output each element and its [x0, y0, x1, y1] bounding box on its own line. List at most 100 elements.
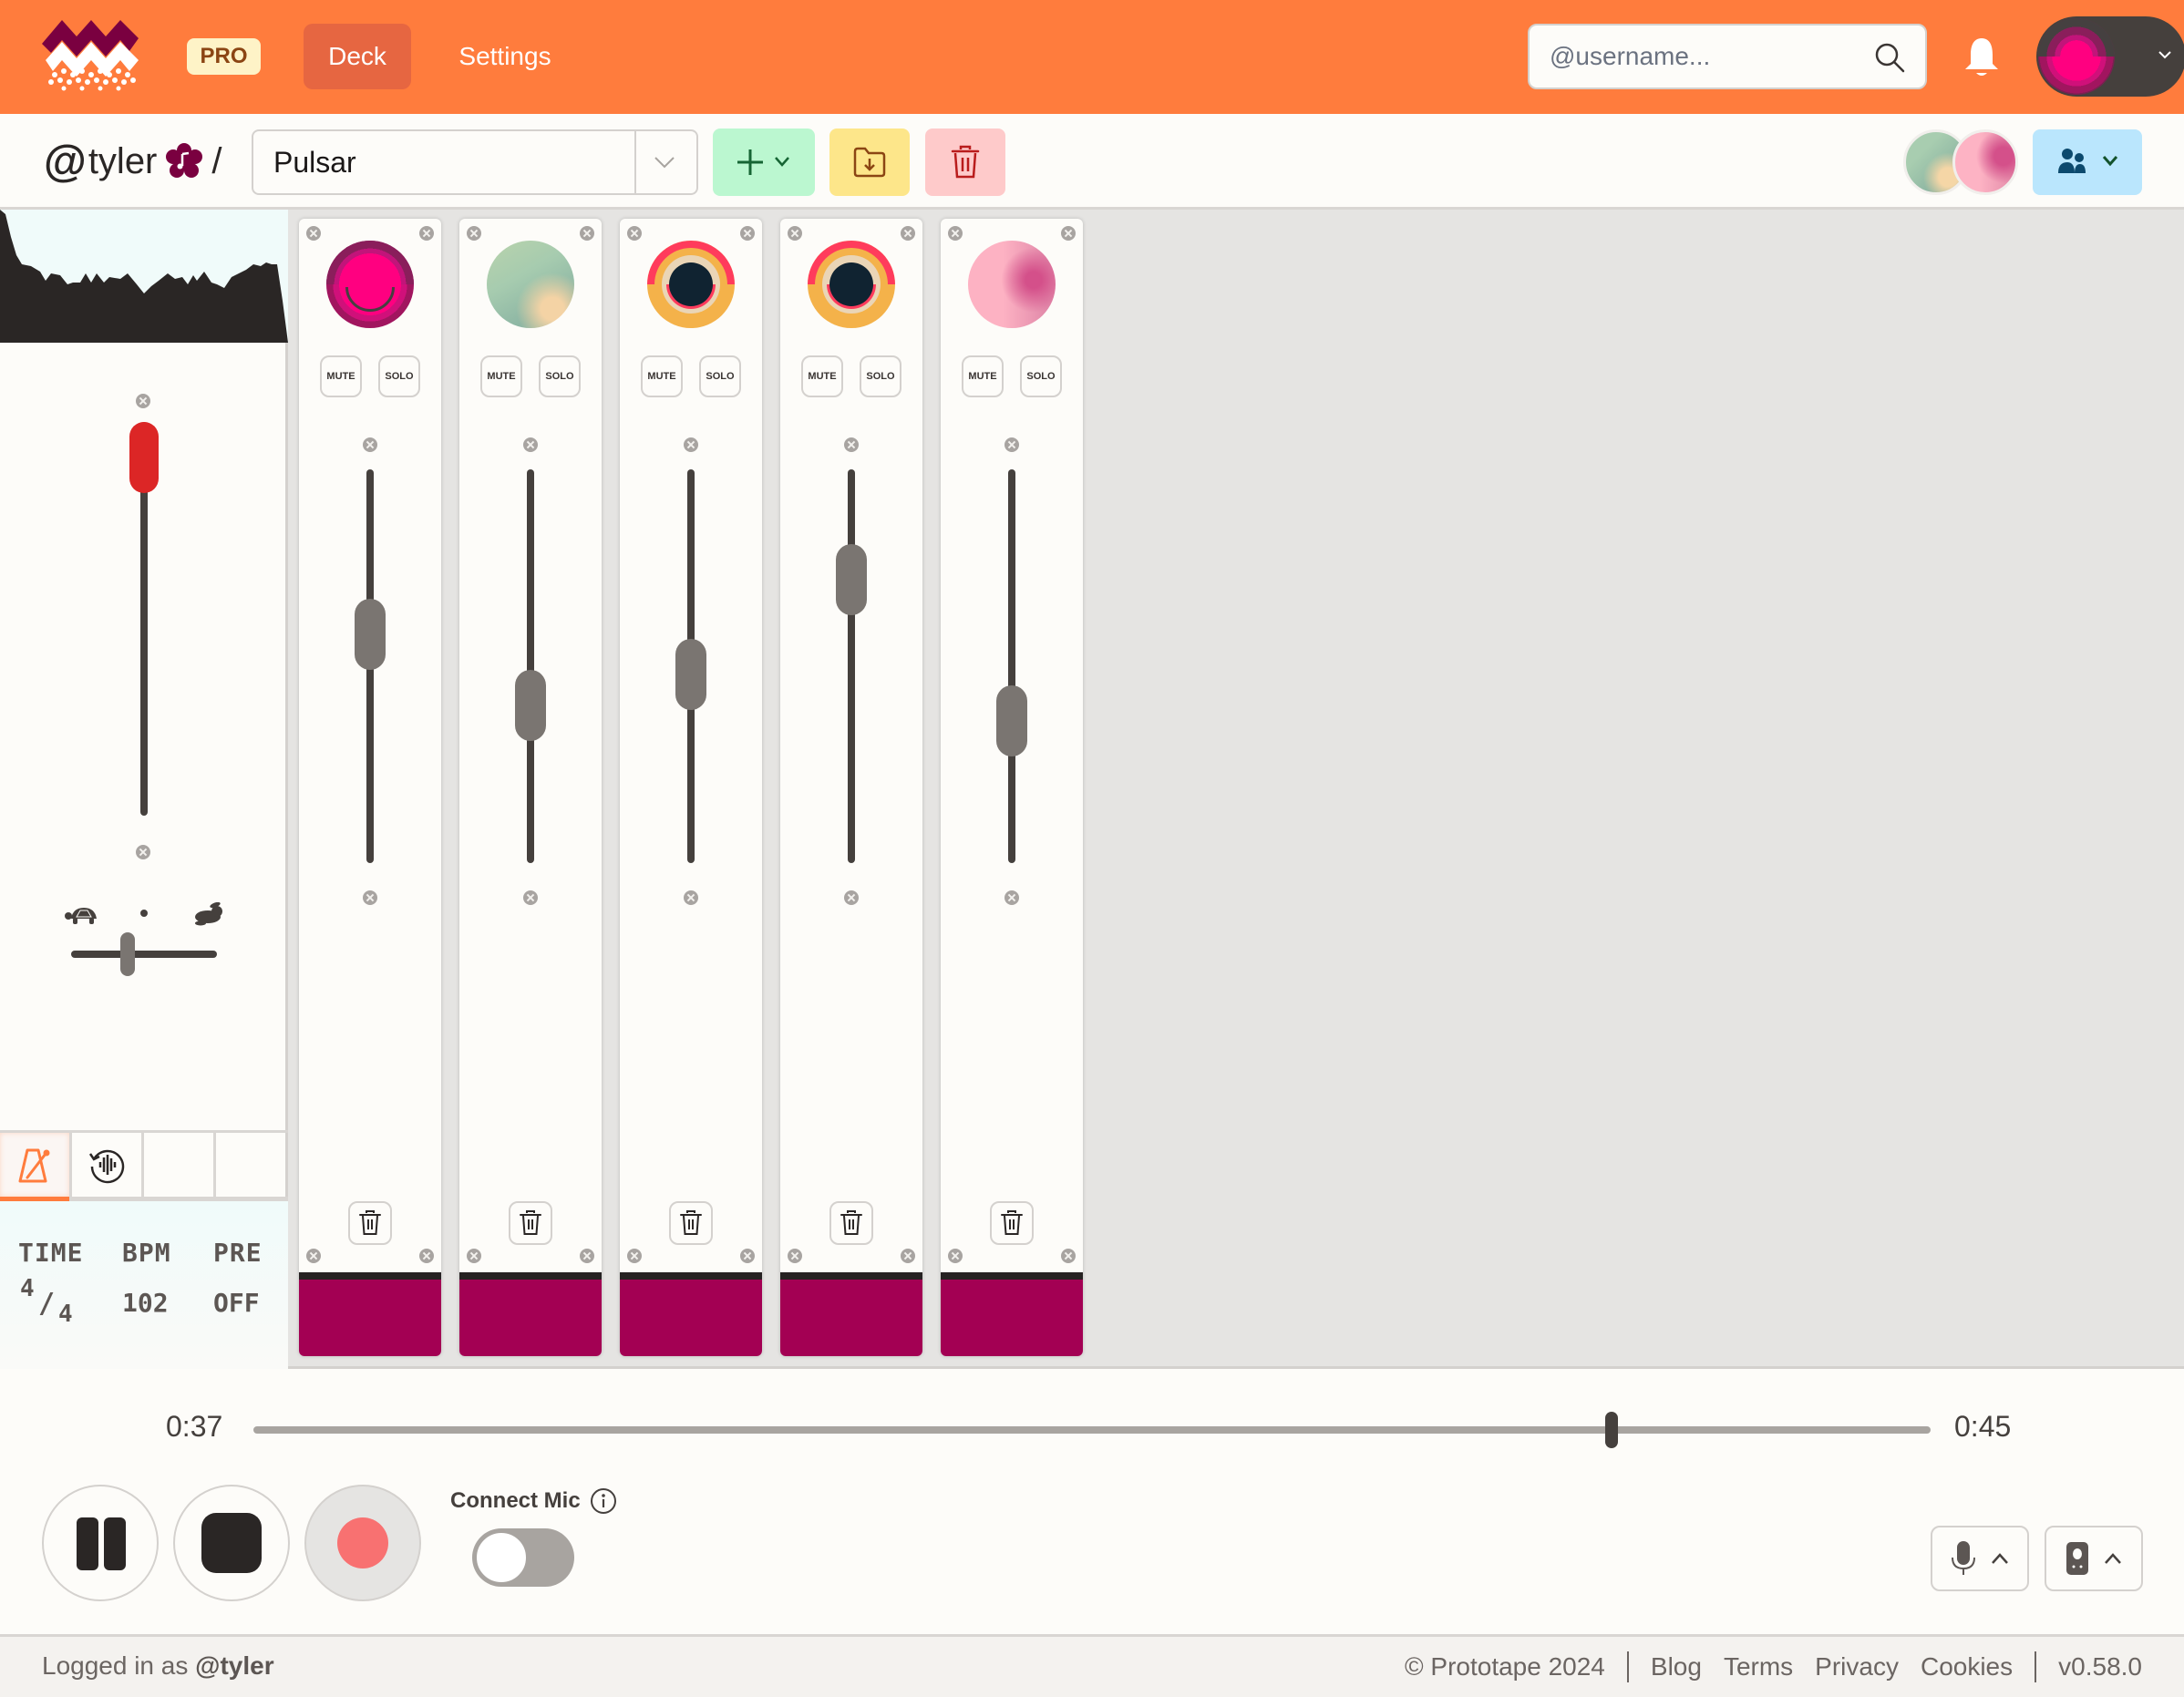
- prototape-logo[interactable]: [42, 18, 144, 91]
- total-time: 0:45: [1954, 1410, 2012, 1443]
- tab-loop-audio[interactable]: [72, 1133, 144, 1197]
- input-device-button[interactable]: [1931, 1526, 2029, 1591]
- solo-button[interactable]: SOLO: [1020, 355, 1062, 397]
- plus-icon: [737, 149, 789, 175]
- connect-mic-toggle[interactable]: [472, 1528, 574, 1587]
- tab-metronome[interactable]: [0, 1133, 72, 1201]
- logged-in-user[interactable]: @tyler: [195, 1651, 273, 1680]
- delete-track-button[interactable]: [509, 1201, 552, 1245]
- track-artwork-eye[interactable]: [647, 241, 735, 328]
- screw-icon: [1061, 226, 1076, 241]
- record-button[interactable]: [304, 1485, 421, 1601]
- track-artwork-eye[interactable]: [808, 241, 895, 328]
- pre-count[interactable]: PRE OFF: [213, 1238, 263, 1318]
- solo-button[interactable]: SOLO: [699, 355, 741, 397]
- footer-separator: [2035, 1651, 2037, 1682]
- speed-slider-track[interactable]: [71, 951, 217, 958]
- delete-track-button[interactable]: [829, 1201, 873, 1245]
- login-status: Logged in as @tyler: [42, 1651, 274, 1681]
- collaborator-avatar[interactable]: [1952, 129, 2018, 195]
- mute-button[interactable]: MUTE: [320, 355, 362, 397]
- trash-icon: [680, 1210, 702, 1235]
- track-strip: MUTE SOLO: [299, 219, 441, 1367]
- track-volume-thumb[interactable]: [675, 638, 706, 710]
- mute-button[interactable]: MUTE: [641, 355, 683, 397]
- screw-icon: [740, 1249, 755, 1263]
- share-button[interactable]: [2033, 129, 2142, 195]
- solo-button[interactable]: SOLO: [539, 355, 581, 397]
- track-artwork-rose[interactable]: [968, 241, 1056, 328]
- footer-link-terms[interactable]: Terms: [1724, 1652, 1793, 1682]
- user-search-input[interactable]: [1550, 26, 1859, 87]
- delete-project-button[interactable]: [925, 129, 1005, 196]
- tool-tabs: [0, 1130, 288, 1201]
- master-volume-thumb[interactable]: [129, 421, 159, 493]
- track-volume-thumb[interactable]: [355, 599, 386, 671]
- pause-icon: [77, 1517, 126, 1570]
- version: v0.58.0: [2058, 1652, 2142, 1681]
- account-menu-button[interactable]: [2036, 16, 2184, 97]
- timeline-thumb[interactable]: [1605, 1412, 1619, 1448]
- logged-in-prefix: Logged in as: [42, 1651, 189, 1680]
- footer-links: © Prototape 2024 Blog Terms Privacy Cook…: [1405, 1651, 2142, 1682]
- timeline-track[interactable]: [253, 1426, 1931, 1434]
- pause-button[interactable]: [42, 1485, 159, 1601]
- top-navbar: PRO Deck Settings: [0, 0, 2184, 114]
- collaborator-avatars[interactable]: [1903, 129, 2018, 195]
- trash-icon: [951, 145, 980, 179]
- bpm-label: BPM: [122, 1238, 171, 1268]
- solo-button[interactable]: SOLO: [860, 355, 901, 397]
- track-volume-thumb[interactable]: [836, 543, 867, 615]
- footer-link-cookies[interactable]: Cookies: [1921, 1652, 2013, 1682]
- tab-empty[interactable]: [144, 1133, 216, 1197]
- track-volume-thumb[interactable]: [996, 685, 1027, 757]
- track-volume-track[interactable]: [848, 469, 855, 863]
- pro-badge: PRO: [187, 38, 261, 75]
- bell-icon[interactable]: [1962, 35, 2002, 80]
- mute-button[interactable]: MUTE: [480, 355, 522, 397]
- screw-icon: [740, 226, 755, 241]
- search-icon[interactable]: [1874, 42, 1905, 73]
- bpm[interactable]: BPM 102: [122, 1238, 171, 1318]
- project-select[interactable]: Pulsar: [252, 129, 698, 195]
- stop-button[interactable]: [173, 1485, 290, 1601]
- track-strip: MUTE SOLO: [780, 219, 922, 1367]
- mute-button[interactable]: MUTE: [801, 355, 843, 397]
- output-device-button[interactable]: [2045, 1526, 2143, 1591]
- delete-track-button[interactable]: [990, 1201, 1034, 1245]
- add-track-button[interactable]: [713, 129, 815, 196]
- track-artwork-green[interactable]: [487, 241, 574, 328]
- track-divider: [620, 1272, 762, 1280]
- delete-track-button[interactable]: [348, 1201, 392, 1245]
- screw-icon: [948, 226, 963, 241]
- solo-button[interactable]: SOLO: [378, 355, 420, 397]
- footer-link-privacy[interactable]: Privacy: [1815, 1652, 1899, 1682]
- track-color-block[interactable]: [459, 1280, 602, 1356]
- record-icon: [337, 1517, 388, 1568]
- track-artwork-pink[interactable]: [326, 241, 414, 328]
- track-volume-track[interactable]: [527, 469, 534, 863]
- track-color-block[interactable]: [620, 1280, 762, 1356]
- nav-deck[interactable]: Deck: [304, 24, 411, 89]
- speed-slider-thumb[interactable]: [120, 932, 136, 976]
- current-time: 0:37: [166, 1410, 223, 1443]
- owner-name[interactable]: tyler: [88, 141, 158, 182]
- screw-icon: [1004, 890, 1019, 905]
- info-icon[interactable]: [590, 1487, 617, 1515]
- tab-empty[interactable]: [216, 1133, 288, 1197]
- import-button[interactable]: [829, 129, 910, 196]
- rabbit-icon: [195, 902, 222, 926]
- footer-link-blog[interactable]: Blog: [1651, 1652, 1702, 1682]
- track-color-block[interactable]: [941, 1280, 1083, 1356]
- nav-settings[interactable]: Settings: [438, 24, 572, 89]
- track-volume-thumb[interactable]: [515, 670, 546, 742]
- track-color-block[interactable]: [780, 1280, 922, 1356]
- screw-icon: [467, 1249, 481, 1263]
- time-signature[interactable]: TIME 4 / 4: [18, 1238, 83, 1328]
- track-color-block[interactable]: [299, 1280, 441, 1356]
- speaker-icon: [2066, 1542, 2088, 1575]
- select-divider: [634, 131, 636, 193]
- delete-track-button[interactable]: [669, 1201, 713, 1245]
- track-volume-track[interactable]: [1008, 469, 1015, 863]
- mute-button[interactable]: MUTE: [962, 355, 1004, 397]
